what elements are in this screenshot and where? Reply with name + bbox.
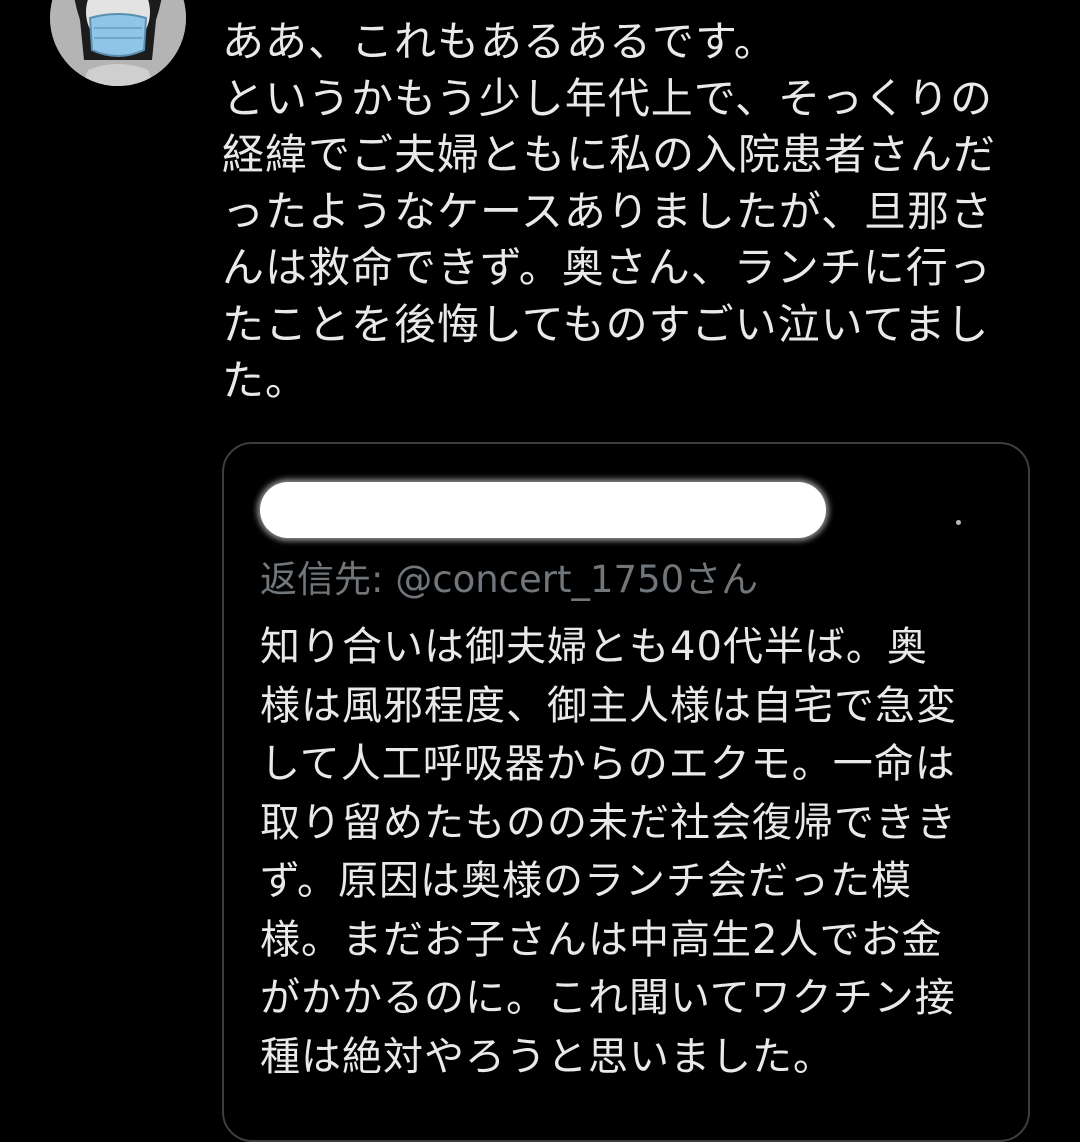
tweet-text-line: た。 [222, 356, 309, 405]
tweet-text-line: 経緯でご夫婦ともに私の入院患者さんだ [222, 130, 997, 179]
tweet-text-line: ったようなケースありましたが、旦那さ [222, 186, 994, 236]
quoted-tweet-line: 様は風邪程度、御主人様は自宅で急変 [260, 682, 957, 729]
redacted-username [260, 482, 826, 538]
quoted-tweet-text: 知り合いは御夫婦とも40代半ば。奥 様は風邪程度、御主人様は自宅で急変 して人工… [260, 618, 1010, 1086]
quoted-tweet-line: がかかるのに。これ聞いてワクチン接 [260, 975, 956, 1021]
tweet-text: ああ、これもあるあるです。 というかもう少し年代上で、そっくりの 経緯でご夫婦と… [222, 14, 1022, 410]
tweet-text-line: たことを後悔してものすごい泣いてまし [222, 299, 990, 349]
quoted-tweet-line: ず。原因は奥様のランチ会だった模 [260, 858, 912, 904]
masked-person-avatar-icon [50, 0, 186, 86]
quoted-tweet-line: して人工呼吸器からのエクモ。一命は [260, 741, 956, 787]
quoted-tweet-line: 知り合いは御夫婦とも40代半ば。奥 [260, 624, 928, 670]
tweet-text-line: というかもう少し年代上で、そっくりの [222, 73, 994, 123]
dot-separator [956, 520, 961, 525]
tweet-text-line: ああ、これもあるあるです。 [222, 17, 777, 66]
quoted-tweet-card[interactable]: 返信先: @concert_1750さん 知り合いは御夫婦とも40代半ば。奥 様… [222, 442, 1030, 1142]
quoted-tweet-line: 様。まだお子さんは中高生2人でお金 [260, 916, 943, 963]
reply-to-label[interactable]: 返信先: @concert_1750さん [260, 556, 758, 604]
quoted-tweet-line: 種は絶対やろうと思いました。 [260, 1033, 834, 1080]
quoted-tweet-line: 取り留めたものの未だ社会復帰できき [260, 799, 957, 846]
avatar[interactable] [50, 0, 186, 86]
tweet-text-line: んは救命できず。奥さん、ランチに行っ [222, 243, 992, 292]
